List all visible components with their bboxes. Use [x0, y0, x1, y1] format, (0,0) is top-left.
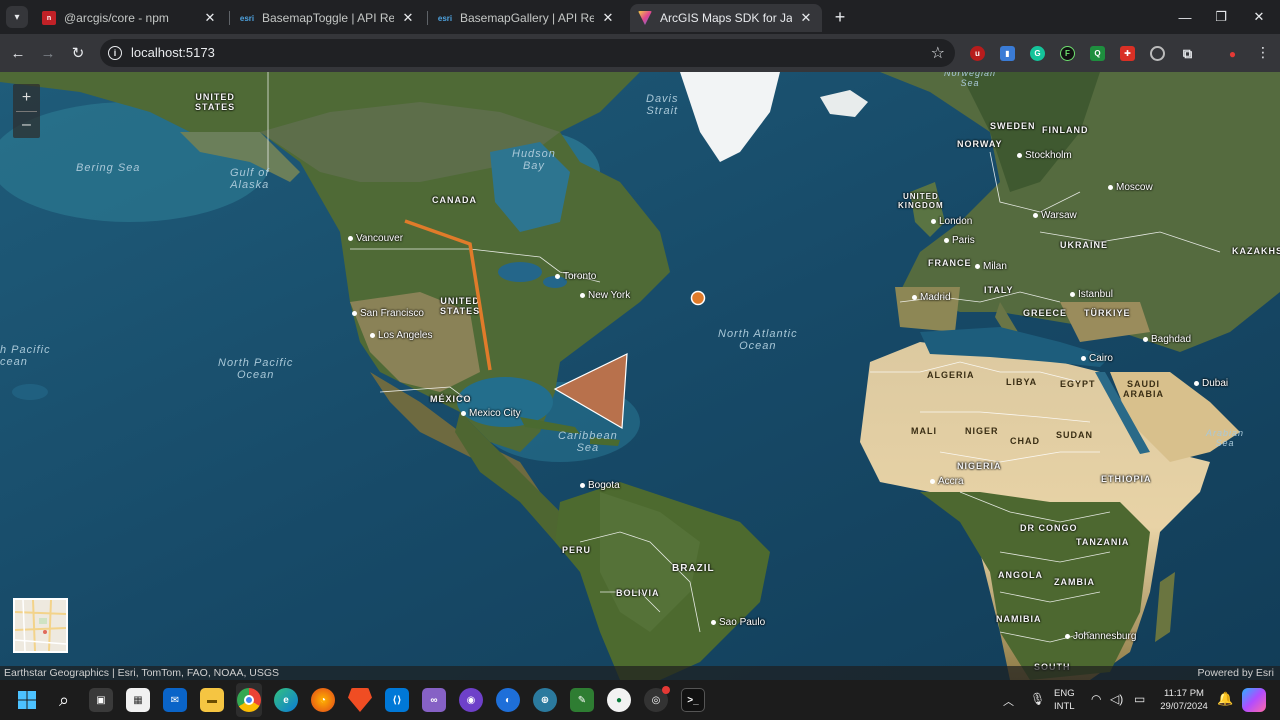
obs-icon[interactable]: ◎ [644, 686, 670, 712]
keyboard-layout: INTL [1054, 701, 1075, 712]
notification-bell-icon[interactable]: 🔔 [1217, 691, 1233, 707]
esri-icon: esri [437, 13, 453, 23]
search-extension-icon[interactable]: Q [1090, 46, 1105, 61]
esri-icon: esri [239, 13, 255, 23]
close-tab-icon[interactable]: ✕ [202, 10, 218, 26]
zoom-out-button[interactable]: – [13, 111, 40, 138]
tray-chevron-icon[interactable]: ︿ [1003, 693, 1014, 709]
powered-by-esri[interactable]: Powered by Esri [1198, 667, 1274, 679]
tab-npm[interactable]: n @arcgis/core - npm ✕ [34, 4, 226, 32]
streets-basemap-thumbnail [15, 600, 66, 651]
polyline-graphic[interactable] [404, 219, 492, 371]
close-tab-icon[interactable]: ✕ [400, 10, 416, 26]
file-explorer-icon[interactable]: ▬ [200, 688, 224, 712]
chrome-icon[interactable] [237, 688, 261, 712]
graphics-layer [404, 219, 706, 430]
language-indicator[interactable]: ENG INTL [1054, 687, 1075, 713]
edge-icon[interactable]: e [274, 688, 298, 712]
tab-strip: ▾ n @arcgis/core - npm ✕ esri BasemapTog… [0, 0, 1280, 34]
browser-toolbar: ← → ↻ i localhost:5173 ☆ u ▮ G F Q ✚ ⧉ ●… [0, 34, 1280, 72]
gift-extension-icon[interactable]: ✚ [1120, 46, 1135, 61]
tab-basemapgallery[interactable]: esri BasemapGallery | API Reference ✕ [430, 4, 624, 32]
npm-icon: n [42, 11, 56, 25]
globe-search-icon[interactable]: ⊕ [533, 688, 557, 712]
grammarly-extension-icon[interactable]: G [1030, 46, 1045, 61]
back-button[interactable]: ← [7, 42, 29, 64]
terminal-icon[interactable]: >_ [681, 688, 705, 712]
site-info-icon[interactable]: i [108, 46, 122, 60]
clock-time: 11:17 PM [1164, 688, 1204, 699]
new-tab-button[interactable]: + [830, 7, 850, 27]
tab-divider [427, 11, 428, 25]
tab-search-button[interactable]: ▾ [6, 6, 28, 28]
store-icon[interactable]: ▦ [126, 688, 150, 712]
tab-basemaptoggle[interactable]: esri BasemapToggle | API Reference ✕ [232, 4, 424, 32]
point-graphic[interactable] [690, 290, 706, 306]
clock[interactable]: 11:17 PM 29/07/2024 [1158, 687, 1210, 713]
tab-title: ArcGIS Maps SDK for JavaScript [660, 11, 792, 25]
map-attribution: Earthstar Geographics | Esri, TomTom, FA… [0, 666, 1280, 680]
task-view-icon[interactable]: ▣ [89, 688, 113, 712]
app-icon[interactable]: ◐ [496, 688, 520, 712]
arcgis-icon [638, 11, 652, 25]
windows-start-icon[interactable] [15, 688, 39, 712]
battery-icon[interactable]: ▭ [1134, 692, 1145, 706]
tools-icon[interactable]: ✎ [570, 688, 594, 712]
address-bar[interactable]: i localhost:5173 ☆ [100, 39, 955, 67]
windows-taskbar: ⌕ ▣ ▦ ✉ ▬ e ◔ ⟨⟩ ∞ ◉ ◐ ⊕ ✎ ● ◎ >_ ︿ 🎙 EN… [0, 680, 1280, 720]
clock-date: 29/07/2024 [1160, 701, 1208, 712]
url-text: localhost:5173 [131, 45, 215, 60]
close-window-button[interactable]: ✕ [1246, 6, 1272, 28]
brave-icon[interactable] [348, 688, 372, 712]
microphone-icon[interactable]: 🎙 [1030, 692, 1045, 706]
reload-button[interactable]: ↻ [67, 42, 89, 64]
polygon-graphic[interactable] [553, 353, 628, 430]
ublock-extension-icon[interactable]: u [970, 46, 985, 61]
node-icon[interactable]: ● [607, 688, 631, 712]
mail-icon[interactable]: ✉ [163, 688, 187, 712]
zoom-divider [16, 111, 37, 112]
zoom-in-button[interactable]: + [13, 84, 40, 111]
basemap-toggle[interactable] [13, 598, 68, 653]
map-view[interactable]: UNITED STATES Bering Sea Gulf of Alaska … [0, 72, 1280, 680]
tab-arcgis-sdk[interactable]: ArcGIS Maps SDK for JavaScript ✕ [630, 4, 822, 32]
profile-avatar-icon[interactable]: ● [1225, 46, 1240, 61]
forward-button[interactable]: → [37, 42, 59, 64]
tab-title: BasemapGallery | API Reference [460, 11, 594, 25]
copilot-icon[interactable] [1242, 688, 1266, 712]
attribution-text: Earthstar Geographics | Esri, TomTom, FA… [4, 667, 280, 679]
docs-extension-icon[interactable]: ▮ [1000, 46, 1015, 61]
close-tab-icon[interactable]: ✕ [600, 10, 616, 26]
extensions-puzzle-icon[interactable]: ⧉ [1180, 46, 1195, 61]
vscode-icon[interactable]: ⟨⟩ [385, 688, 409, 712]
restore-button[interactable]: ❐ [1208, 6, 1234, 28]
tab-divider [229, 11, 230, 25]
firefox-icon[interactable]: ◔ [311, 688, 335, 712]
volume-icon[interactable]: ◁) [1110, 692, 1123, 706]
search-icon[interactable]: ⌕ [52, 688, 76, 712]
minimize-button[interactable]: — [1172, 6, 1198, 28]
more-menu-icon[interactable]: ⋮ [1256, 44, 1270, 61]
language-code: ENG [1054, 688, 1075, 699]
visual-studio-icon[interactable]: ∞ [422, 688, 446, 712]
close-tab-icon[interactable]: ✕ [798, 10, 814, 26]
f-extension-icon[interactable]: F [1060, 46, 1075, 61]
zoom-widget: + – [13, 84, 40, 138]
tab-title: @arcgis/core - npm [64, 11, 169, 25]
tab-title: BasemapToggle | API Reference [262, 11, 394, 25]
github-icon[interactable]: ◉ [459, 688, 483, 712]
bookmark-star-icon[interactable]: ☆ [931, 43, 945, 63]
record-extension-icon[interactable] [1150, 46, 1165, 61]
wifi-icon[interactable]: ◠ [1091, 692, 1101, 706]
